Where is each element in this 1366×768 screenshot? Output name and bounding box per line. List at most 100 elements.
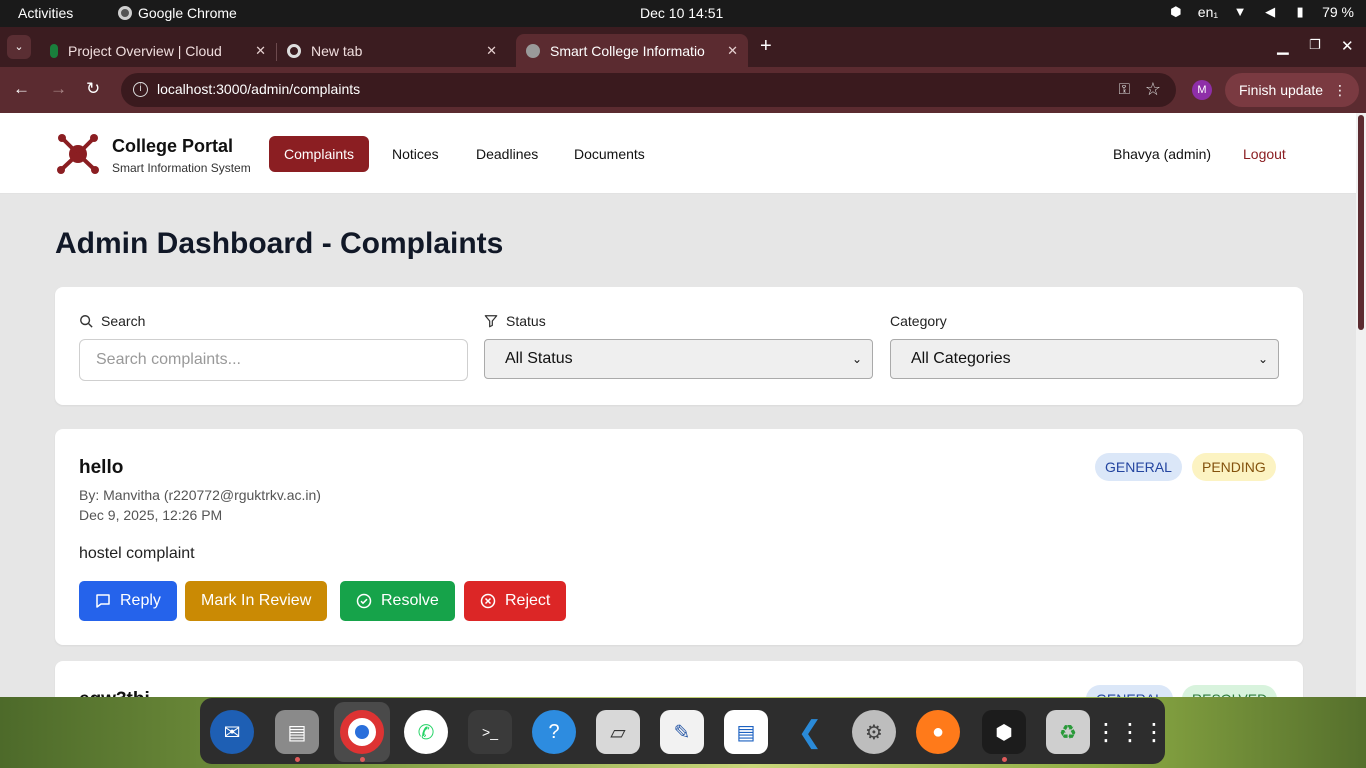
url-text[interactable]: localhost:3000/admin/complaints [157, 81, 360, 97]
back-icon[interactable]: ← [13, 79, 30, 99]
help-icon[interactable]: ? [532, 710, 576, 754]
category-select-value: All Categories [911, 350, 1011, 367]
chevron-down-icon: ⌄ [1257, 352, 1268, 366]
search-label: Search [79, 313, 145, 329]
files-icon[interactable]: ▤ [275, 710, 319, 754]
page-scrollbar[interactable] [1356, 113, 1366, 697]
nav-documents[interactable]: Documents [574, 136, 645, 172]
page-title: Admin Dashboard - Complaints [55, 227, 504, 260]
category-badge: GENERAL [1086, 685, 1173, 697]
logout-link[interactable]: Logout [1243, 146, 1286, 162]
current-user: Bhavya (admin) [1113, 146, 1212, 162]
complaint-body: hostel complaint [79, 545, 195, 562]
close-tab-icon[interactable]: ✕ [255, 43, 266, 59]
status-badge: RESOLVED [1182, 685, 1278, 697]
app-cube-icon[interactable]: ⬢ [982, 710, 1026, 754]
tab-search-button[interactable]: ⌄ [7, 35, 31, 59]
search-input[interactable]: Search complaints... [79, 339, 468, 381]
complaint-title: hello [79, 457, 124, 478]
chevron-down-icon: ⌄ [851, 352, 862, 366]
app-menu[interactable]: Google Chrome [118, 5, 237, 21]
site-info-icon[interactable]: i [133, 82, 148, 97]
brand-subtitle: Smart Information System [112, 161, 251, 175]
activities-button[interactable]: Activities [18, 5, 73, 21]
app-navbar: College Portal Smart Information System … [0, 113, 1356, 194]
address-bar[interactable]: i localhost:3000/admin/complaints ⚿ ☆ [121, 73, 1176, 107]
tab-smart-college[interactable]: Smart College Informatio ✕ [516, 34, 748, 67]
running-indicator [1002, 757, 1007, 762]
status-badge: PENDING [1192, 453, 1276, 481]
chrome-icon[interactable] [340, 710, 384, 754]
mark-in-review-label: Mark In Review [201, 592, 312, 609]
complaint-card: hello GENERAL PENDING By: Manvitha (r220… [55, 429, 1303, 645]
finish-update-button[interactable]: Finish update ⋮ [1225, 73, 1359, 107]
category-label: Category [890, 313, 947, 329]
app-grid-icon[interactable]: ⋮⋮⋮ [1094, 710, 1166, 754]
forward-icon[interactable]: → [50, 79, 67, 99]
more-menu-icon[interactable]: ⋮ [1333, 73, 1347, 107]
battery-level: 79 % [1322, 4, 1354, 20]
settings-icon[interactable]: ⚙ [852, 710, 896, 754]
close-tab-icon[interactable]: ✕ [727, 43, 738, 59]
nav-complaints[interactable]: Complaints [269, 136, 370, 172]
close-window-icon[interactable]: ✕ [1341, 37, 1354, 55]
globe-icon [526, 43, 540, 58]
close-tab-icon[interactable]: ✕ [486, 43, 497, 59]
complaint-date: Dec 9, 2025, 12:26 PM [79, 507, 223, 523]
status-select-value: All Status [505, 350, 573, 367]
resolve-label: Resolve [381, 592, 439, 609]
terminal-icon[interactable]: >_ [468, 710, 512, 754]
x-circle-icon [480, 593, 496, 609]
reply-button[interactable]: Reply [79, 581, 177, 621]
wifi-icon[interactable]: ▼ [1232, 4, 1248, 20]
tab-project-overview[interactable]: Project Overview | Cloud ✕ [40, 34, 276, 67]
message-icon [96, 594, 110, 608]
volume-icon[interactable]: ◀ [1262, 4, 1278, 20]
check-circle-icon [356, 593, 372, 609]
new-tab-button[interactable]: + [760, 36, 772, 56]
status-select[interactable]: All Status ⌄ [484, 339, 873, 379]
writer-icon[interactable]: ▤ [724, 710, 768, 754]
firefox-icon[interactable]: ● [916, 710, 960, 754]
system-tray[interactable]: ⬢ en₁ ▼ ◀ ▮ 79 % [1168, 4, 1354, 20]
search-icon [80, 315, 93, 328]
nav-deadlines[interactable]: Deadlines [476, 136, 538, 172]
college-logo-icon [57, 134, 99, 174]
notes-icon[interactable]: ✎ [660, 710, 704, 754]
running-indicator [295, 757, 300, 762]
minimize-icon[interactable]: ▁ [1277, 37, 1289, 55]
status-label: Status [484, 313, 546, 329]
trash-icon[interactable]: ♻ [1046, 710, 1090, 754]
nav-notices[interactable]: Notices [392, 136, 439, 172]
resolve-button[interactable]: Resolve [340, 581, 455, 621]
password-key-icon[interactable]: ⚿ [1119, 81, 1130, 98]
app-name: Google Chrome [138, 5, 237, 21]
complaint-title: eqw3tbi [79, 689, 150, 697]
search-label-text: Search [101, 313, 146, 329]
restore-icon[interactable]: ❐ [1309, 37, 1321, 53]
whatsapp-icon[interactable]: ✆ [404, 710, 448, 754]
scrollbar-thumb[interactable] [1358, 115, 1364, 330]
running-indicator [360, 757, 365, 762]
text-editor-icon[interactable]: ▱ [596, 710, 640, 754]
finish-update-label: Finish update [1239, 82, 1324, 98]
category-select[interactable]: All Categories ⌄ [890, 339, 1279, 379]
language-indicator[interactable]: en₁ [1198, 4, 1218, 20]
mark-in-review-button[interactable]: Mark In Review [185, 581, 328, 621]
profile-avatar[interactable]: M [1192, 80, 1212, 100]
thunderbird-icon[interactable]: ✉ [210, 710, 254, 754]
tab-new-tab[interactable]: New tab ✕ [277, 34, 507, 67]
cube-icon[interactable]: ⬢ [1168, 4, 1184, 20]
reply-label: Reply [120, 592, 161, 609]
reject-button[interactable]: Reject [464, 581, 567, 621]
dock: ✉ ▤ ✆ >_ ? ▱ ✎ ▤ ❮ ⚙ ● ⬢ ♻ ⋮⋮⋮ [200, 698, 1166, 764]
chrome-icon [118, 6, 132, 20]
category-badge: GENERAL [1095, 453, 1182, 481]
leaf-icon [50, 43, 58, 58]
reload-icon[interactable]: ↻ [86, 79, 100, 99]
clock[interactable]: Dec 10 14:51 [640, 5, 723, 21]
bookmark-star-icon[interactable]: ☆ [1145, 79, 1161, 100]
complaint-card: eqw3tbi GENERAL RESOLVED [55, 661, 1303, 697]
vscode-icon[interactable]: ❮ [788, 710, 832, 754]
battery-icon[interactable]: ▮ [1292, 4, 1308, 20]
